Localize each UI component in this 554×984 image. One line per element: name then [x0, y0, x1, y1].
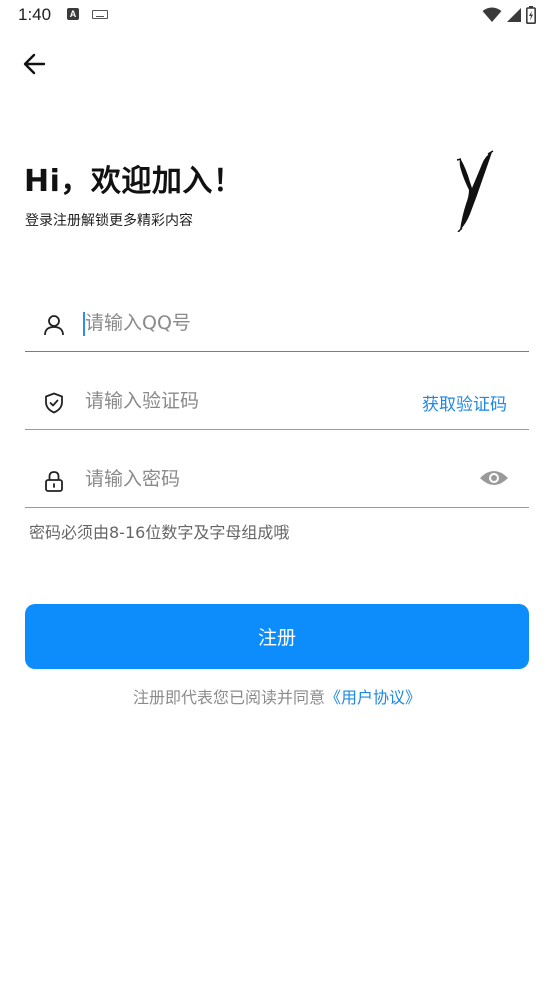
code-field[interactable]: 获取验证码	[25, 372, 529, 430]
notification-a-icon: A	[67, 8, 79, 20]
register-screen: 1:40 A Hi，欢迎加入！ 登录注册解锁更多精彩内容 请输入QQ号 请输入验…	[0, 0, 554, 984]
agreement-prefix: 注册即代表您已阅读并同意	[132, 688, 325, 707]
shield-check-icon	[45, 392, 63, 414]
signal-icon	[507, 8, 521, 22]
get-code-button[interactable]: 获取验证码	[422, 390, 507, 415]
back-button[interactable]	[18, 48, 52, 80]
password-hint: 密码必须由8-16位数字及字母组成哦	[29, 523, 290, 542]
password-input[interactable]	[85, 462, 405, 496]
battery-icon	[526, 6, 536, 24]
user-icon	[44, 315, 64, 336]
keyboard-icon	[92, 10, 108, 19]
code-input[interactable]	[85, 384, 405, 418]
lock-icon	[45, 471, 63, 492]
status-bar: 1:40 A	[0, 0, 554, 32]
password-field[interactable]	[25, 450, 529, 508]
register-button[interactable]: 注册	[25, 604, 529, 669]
brand-logo	[456, 150, 494, 232]
page-subtitle: 登录注册解锁更多精彩内容	[25, 213, 193, 229]
back-arrow-icon	[23, 53, 46, 75]
user-agreement-link[interactable]: 《用户协议》	[325, 688, 421, 707]
page-title: Hi，欢迎加入！	[24, 164, 244, 199]
status-time: 1:40	[18, 5, 52, 24]
eye-icon[interactable]	[479, 467, 509, 489]
qq-input[interactable]	[85, 306, 405, 340]
status-icons	[482, 6, 536, 24]
wifi-icon	[482, 7, 502, 22]
qq-field[interactable]	[25, 294, 529, 352]
agreement-text: 注册即代表您已阅读并同意《用户协议》	[0, 684, 554, 708]
